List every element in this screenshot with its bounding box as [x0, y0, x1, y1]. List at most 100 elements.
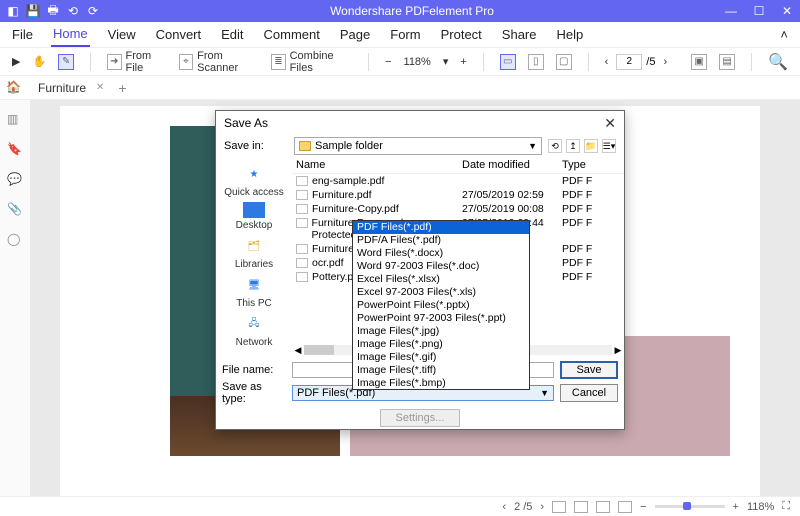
type-option[interactable]: Image Files(*.tiff): [353, 364, 529, 377]
type-option[interactable]: Image Files(*.bmp): [353, 377, 529, 390]
clipboard-tool[interactable]: ▤: [715, 52, 739, 72]
view-grid-icon[interactable]: [618, 501, 632, 513]
type-option[interactable]: PDF Files(*.pdf): [353, 221, 529, 234]
from-scanner-button[interactable]: ⌖From Scanner: [175, 52, 263, 72]
menu-convert[interactable]: Convert: [154, 23, 204, 46]
fit-page-button[interactable]: ▯: [524, 52, 548, 72]
type-option[interactable]: Word 97-2003 Files(*.doc): [353, 260, 529, 273]
statusbar: ‹ 2 /5 › − + 118% ⛶: [0, 496, 800, 516]
actual-size-button[interactable]: ▢: [552, 52, 576, 72]
nav-desktop[interactable]: Desktop: [236, 202, 273, 231]
type-option[interactable]: Image Files(*.gif): [353, 351, 529, 364]
save-in-value: Sample folder: [315, 140, 383, 152]
menu-comment[interactable]: Comment: [262, 23, 322, 46]
undo-icon[interactable]: ⟲: [66, 4, 80, 18]
page-number-input[interactable]: [616, 54, 642, 70]
status-zoom-in[interactable]: +: [733, 501, 739, 513]
tab-label: Furniture: [38, 81, 86, 95]
view-continuous-icon[interactable]: [574, 501, 588, 513]
col-date[interactable]: Date modified: [462, 159, 562, 171]
file-row[interactable]: eng-sample.pdfPDF F: [292, 174, 624, 188]
menu-view[interactable]: View: [106, 23, 138, 46]
up-folder-icon[interactable]: ↥: [566, 139, 580, 153]
nav-libraries[interactable]: 🗂Libraries: [235, 235, 273, 270]
home-icon[interactable]: 🏠: [6, 80, 22, 96]
type-option[interactable]: Word Files(*.docx): [353, 247, 529, 260]
document-tab[interactable]: Furniture ✕: [30, 76, 112, 99]
type-option[interactable]: PowerPoint Files(*.pptx): [353, 299, 529, 312]
settings-button: Settings...: [380, 409, 460, 427]
col-type[interactable]: Type: [562, 159, 624, 171]
type-option[interactable]: Excel Files(*.xlsx): [353, 273, 529, 286]
next-page-button[interactable]: ›: [659, 52, 671, 72]
print-quick-icon[interactable]: 🖶: [46, 4, 60, 18]
comments-icon[interactable]: 💬: [7, 172, 23, 188]
close-window-button[interactable]: ✕: [780, 4, 794, 18]
file-row[interactable]: Furniture.pdf27/05/2019 02:59PDF F: [292, 188, 624, 202]
type-option[interactable]: PDF/A Files(*.pdf): [353, 234, 529, 247]
file-type-dropdown[interactable]: PDF Files(*.pdf)PDF/A Files(*.pdf)Word F…: [352, 220, 530, 390]
fullscreen-icon[interactable]: ⛶: [782, 500, 790, 513]
zoom-out-button[interactable]: −: [381, 52, 395, 72]
fit-width-button[interactable]: ▭: [496, 52, 520, 72]
menu-file[interactable]: File: [10, 23, 35, 46]
file-list[interactable]: Name Date modified Type eng-sample.pdfPD…: [292, 157, 624, 357]
type-option[interactable]: Image Files(*.png): [353, 338, 529, 351]
bookmarks-icon[interactable]: 🔖: [7, 142, 23, 158]
back-icon[interactable]: ⟲: [548, 139, 562, 153]
menu-form[interactable]: Form: [388, 23, 422, 46]
hand-tool[interactable]: ✋: [28, 52, 50, 72]
edit-tool[interactable]: ✎: [54, 52, 78, 72]
tab-add-button[interactable]: +: [112, 80, 132, 96]
type-option[interactable]: Excel 97-2003 Files(*.xls): [353, 286, 529, 299]
save-button[interactable]: Save: [560, 361, 618, 379]
menu-protect[interactable]: Protect: [439, 23, 484, 46]
menu-home[interactable]: Home: [51, 22, 90, 47]
col-name[interactable]: Name: [292, 159, 462, 171]
nav-quick-access[interactable]: ★Quick access: [224, 163, 283, 198]
menu-help[interactable]: Help: [555, 23, 586, 46]
status-zoom-out[interactable]: −: [640, 501, 646, 513]
status-next-icon[interactable]: ›: [540, 501, 544, 513]
dialog-title: Save As: [224, 116, 268, 130]
view-menu-icon[interactable]: ☰▾: [602, 139, 616, 153]
status-zoom: 118%: [747, 501, 774, 513]
type-option[interactable]: PowerPoint 97-2003 Files(*.ppt): [353, 312, 529, 325]
nav-network[interactable]: 🖧Network: [236, 313, 273, 348]
cancel-button[interactable]: Cancel: [560, 384, 618, 402]
from-file-button[interactable]: ➜From File: [103, 52, 171, 72]
nav-this-pc[interactable]: 🖥This PC: [236, 274, 272, 309]
camera-tool[interactable]: ▣: [687, 52, 711, 72]
menu-page[interactable]: Page: [338, 23, 372, 46]
type-option[interactable]: Image Files(*.jpg): [353, 325, 529, 338]
zoom-in-button[interactable]: +: [456, 52, 470, 72]
redo-icon[interactable]: ⟳: [86, 4, 100, 18]
dialog-close-button[interactable]: ✕: [604, 115, 616, 132]
maximize-button[interactable]: ☐: [752, 4, 766, 18]
zoom-slider[interactable]: [655, 505, 725, 508]
chevron-down-icon: ▼: [540, 388, 549, 398]
zoom-level[interactable]: 118%: [400, 52, 435, 72]
save-in-select[interactable]: Sample folder ▼: [294, 137, 542, 155]
new-folder-icon[interactable]: 📁: [584, 139, 598, 153]
prev-page-button[interactable]: ‹: [601, 52, 613, 72]
minimize-button[interactable]: —: [724, 4, 738, 18]
app-title: Wondershare PDFelement Pro: [100, 4, 724, 18]
menu-edit[interactable]: Edit: [219, 23, 245, 46]
view-single-icon[interactable]: [552, 501, 566, 513]
collapse-ribbon-icon[interactable]: ˄: [778, 23, 790, 46]
thumbnails-icon[interactable]: ▥: [7, 112, 23, 128]
tab-close-icon[interactable]: ✕: [96, 82, 104, 93]
combine-files-button[interactable]: ≣Combine Files: [267, 52, 356, 72]
search-button[interactable]: 🔍: [764, 52, 792, 72]
attachments-icon[interactable]: 📎: [7, 202, 23, 218]
menu-share[interactable]: Share: [500, 23, 539, 46]
status-prev-icon[interactable]: ‹: [502, 501, 506, 513]
zoom-dropdown-icon[interactable]: ▾: [439, 52, 453, 72]
save-quick-icon[interactable]: 💾: [26, 4, 40, 18]
file-row[interactable]: Furniture-Copy.pdf27/05/2019 00:08PDF F: [292, 202, 624, 216]
search-panel-icon[interactable]: ◯: [7, 232, 23, 248]
select-tool[interactable]: ▶: [8, 52, 24, 72]
view-twoup-icon[interactable]: [596, 501, 610, 513]
ribbon-toolbar: ▶ ✋ ✎ ➜From File ⌖From Scanner ≣Combine …: [0, 48, 800, 76]
